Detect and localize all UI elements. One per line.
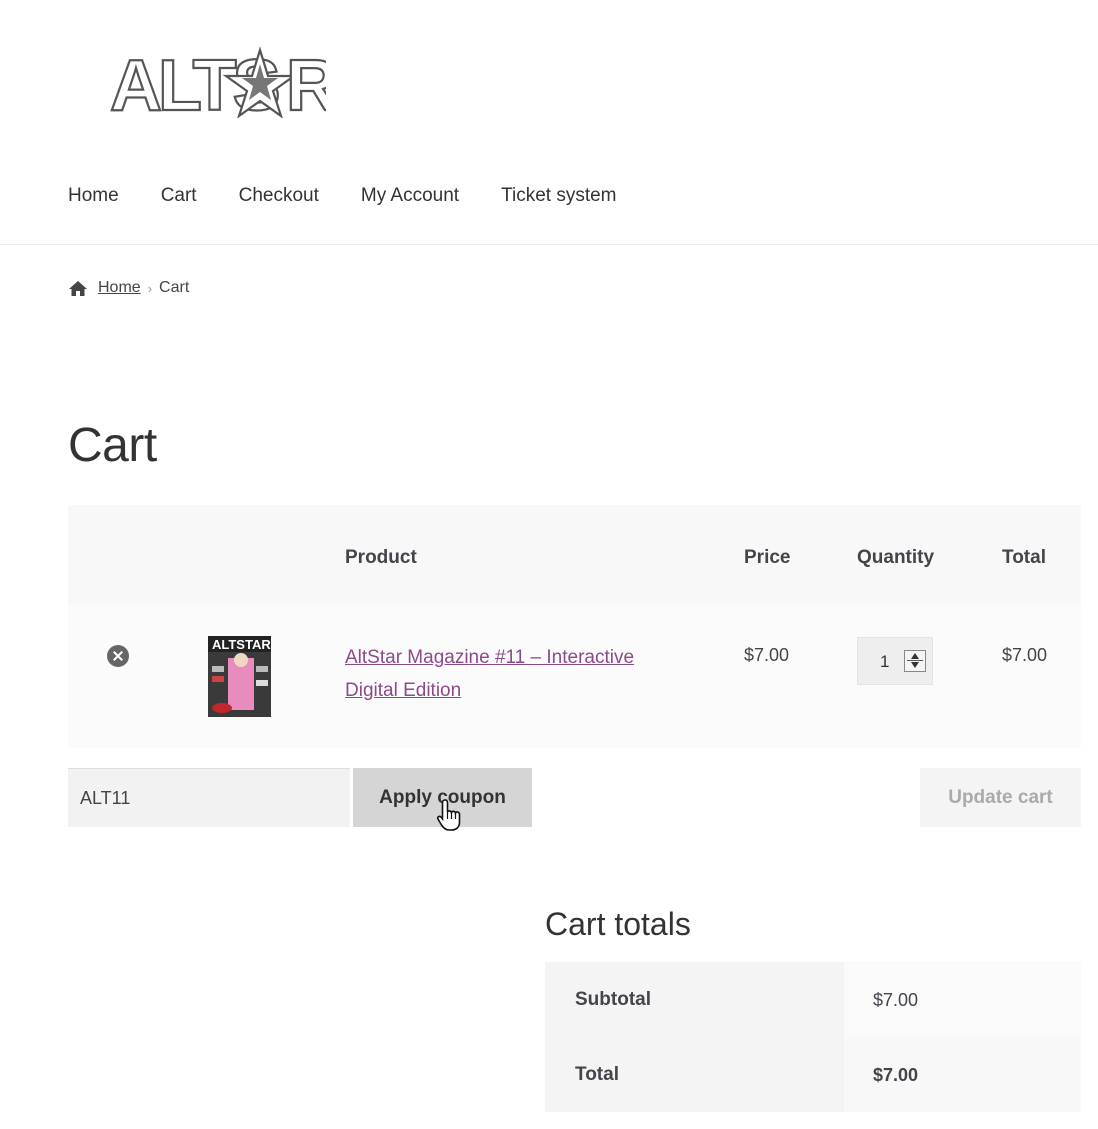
header-divider [0,244,1098,245]
thumbnail-title: ALTSTAR [212,637,271,652]
nav-ticket-system[interactable]: Ticket system [501,183,616,209]
coupon-code-input[interactable] [68,768,350,827]
header-quantity: Quantity [857,547,935,568]
cart-totals-table: Subtotal $7.00 Total $7.00 [545,962,1081,1112]
nav-my-account[interactable]: My Account [361,183,459,209]
total-label: Total [545,1037,844,1112]
total-value: $7.00 [844,1037,1081,1112]
page-title: Cart [68,419,157,472]
nav-checkout[interactable]: Checkout [239,183,319,209]
total-row: Total $7.00 [545,1037,1081,1112]
header-total: Total [1002,547,1046,568]
product-link[interactable]: AltStar Magazine #11 – Interactive Digit… [345,641,665,707]
update-cart-button[interactable]: Update cart [920,768,1081,827]
header-product: Product [345,547,417,568]
quantity-spinner-icon[interactable] [904,650,926,672]
item-total: $7.00 [1002,645,1048,665]
hand-cursor-icon [436,799,461,831]
breadcrumb-home-link[interactable]: Home [98,279,141,297]
product-thumbnail[interactable]: ALTSTAR [208,636,271,717]
breadcrumb: Home › Cart [68,279,189,297]
subtotal-label: Subtotal [545,962,844,1037]
item-price: $7.00 [744,645,790,665]
cart-item-row: ALTSTAR AltStar Magazine #11 – Interacti… [68,605,1081,748]
primary-nav: Home Cart Checkout My Account Ticket sys… [68,183,617,209]
nav-cart[interactable]: Cart [161,183,197,209]
breadcrumb-separator: › [147,280,153,296]
quantity-value[interactable]: 1 [880,652,889,672]
cart-table-header: Product Price Quantity Total [68,505,1081,605]
subtotal-row: Subtotal $7.00 [545,962,1081,1037]
svg-text:R: R [286,46,326,118]
quantity-stepper[interactable]: 1 [857,637,933,685]
cart-table: Product Price Quantity Total ALTSTAR Alt… [68,505,1081,748]
remove-item-icon[interactable] [107,645,129,667]
home-icon [69,280,87,296]
header-price: Price [744,547,791,568]
nav-home[interactable]: Home [68,183,119,209]
breadcrumb-current: Cart [159,279,190,296]
subtotal-value: $7.00 [844,962,1081,1037]
altstar-logo[interactable]: ALTS R [108,42,326,118]
cart-totals-title: Cart totals [545,906,691,942]
